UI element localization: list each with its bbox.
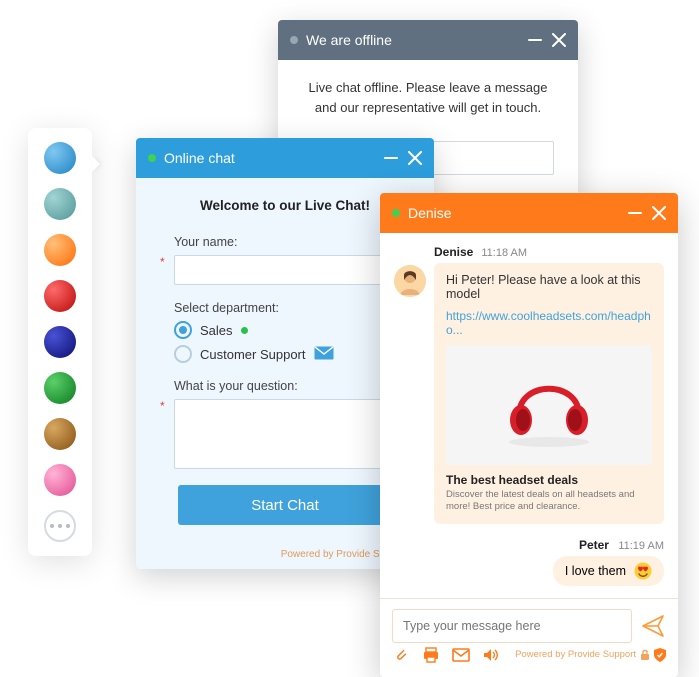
dept-label: Select department: xyxy=(160,301,410,315)
sound-icon[interactable] xyxy=(482,647,500,663)
status-dot-offline xyxy=(290,36,298,44)
required-marker: * xyxy=(160,399,168,413)
radio-icon xyxy=(174,345,192,363)
agent-window: Denise Denise 11:18 AM Hi Peter! Please … xyxy=(380,193,678,677)
message-text: Hi Peter! Please have a look at this mod… xyxy=(446,273,652,301)
welcome-text: Welcome to our Live Chat! xyxy=(160,198,410,213)
minimize-icon[interactable] xyxy=(528,39,542,41)
question-input[interactable] xyxy=(174,399,410,469)
color-swatch[interactable] xyxy=(44,188,76,220)
reply-time: 11:19 AM xyxy=(618,540,664,552)
more-colors-button[interactable] xyxy=(44,510,76,542)
color-swatch[interactable] xyxy=(44,280,76,312)
mail-icon xyxy=(314,346,334,363)
lock-icon xyxy=(640,649,650,661)
message-author: Denise xyxy=(434,245,473,259)
agent-message-bubble: Hi Peter! Please have a look at this mod… xyxy=(434,263,664,524)
preview-title: The best headset deals xyxy=(446,473,652,487)
dept-sales-label: Sales xyxy=(200,323,233,338)
agent-header: Denise xyxy=(380,193,678,233)
status-dot-online xyxy=(392,209,400,217)
color-palette xyxy=(28,128,92,556)
name-label: Your name: xyxy=(160,235,410,249)
mail-icon[interactable] xyxy=(452,647,470,663)
agent-title: Denise xyxy=(408,205,452,221)
preview-description: Discover the latest deals on all headset… xyxy=(446,489,652,514)
radio-icon xyxy=(174,321,192,339)
shield-icon xyxy=(654,648,666,662)
message-link[interactable]: https://www.coolheadsets.com/headpho... xyxy=(446,309,652,337)
start-chat-button[interactable]: Start Chat xyxy=(178,485,393,525)
minimize-icon[interactable] xyxy=(384,157,398,159)
avatar xyxy=(394,265,426,297)
dept-option-sales[interactable]: Sales xyxy=(160,321,410,339)
heart-eyes-emoji-icon xyxy=(634,562,652,580)
color-swatch[interactable] xyxy=(44,142,76,174)
color-swatch[interactable] xyxy=(44,234,76,266)
compose-input[interactable] xyxy=(392,609,632,643)
attachment-icon[interactable] xyxy=(392,647,410,663)
close-icon[interactable] xyxy=(652,206,666,220)
color-swatch[interactable] xyxy=(44,464,76,496)
dept-option-support[interactable]: Customer Support xyxy=(160,345,410,363)
status-dot-online xyxy=(241,327,248,334)
reply-text: I love them xyxy=(565,564,626,578)
color-swatch[interactable] xyxy=(44,326,76,358)
close-icon[interactable] xyxy=(552,33,566,47)
color-swatch[interactable] xyxy=(44,418,76,450)
question-label: What is your question: xyxy=(160,379,410,393)
user-reply-bubble: I love them xyxy=(553,556,664,586)
offline-header: We are offline xyxy=(278,20,578,60)
print-icon[interactable] xyxy=(422,647,440,663)
reply-author: Peter xyxy=(579,538,609,552)
reply-meta: Peter 11:19 AM xyxy=(394,538,664,552)
close-icon[interactable] xyxy=(408,151,422,165)
color-swatch[interactable] xyxy=(44,372,76,404)
name-input[interactable] xyxy=(174,255,410,285)
powered-by: Powered by Provide Support xyxy=(515,648,666,662)
offline-title: We are offline xyxy=(306,32,392,48)
required-marker: * xyxy=(160,255,168,269)
online-header: Online chat xyxy=(136,138,434,178)
message-time: 11:18 AM xyxy=(481,247,527,259)
minimize-icon[interactable] xyxy=(628,212,642,214)
offline-message: Live chat offline. Please leave a messag… xyxy=(302,78,554,117)
dept-support-label: Customer Support xyxy=(200,347,306,362)
message-meta: Denise 11:18 AM xyxy=(394,245,664,259)
online-title: Online chat xyxy=(164,150,235,166)
send-button[interactable] xyxy=(640,613,666,639)
status-dot-online xyxy=(148,154,156,162)
link-preview-image xyxy=(446,345,652,465)
